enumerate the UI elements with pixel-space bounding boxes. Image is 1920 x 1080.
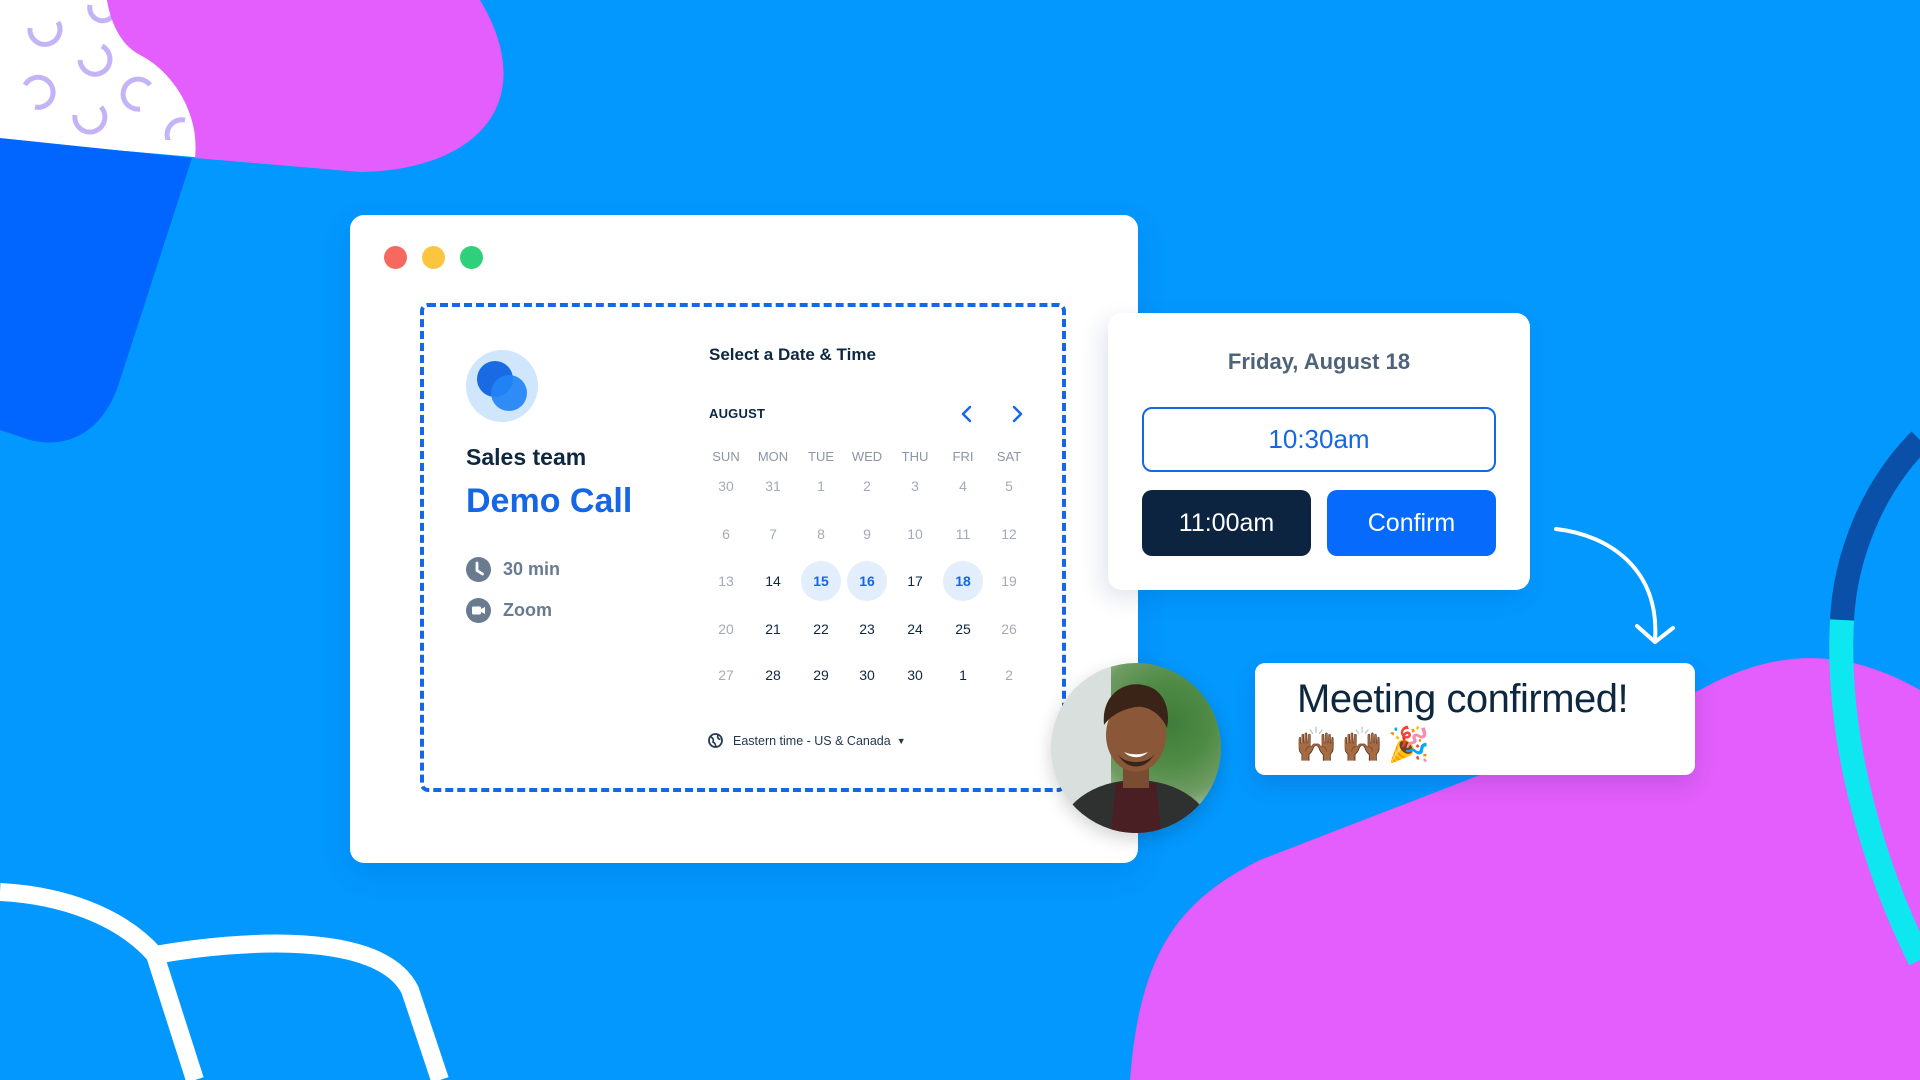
confirm-button[interactable]: Confirm — [1327, 490, 1496, 556]
calendar-day-available[interactable]: 1 — [943, 655, 983, 695]
selected-time-slot-button[interactable]: 11:00am — [1142, 490, 1311, 556]
calendar-day-available[interactable]: 14 — [753, 561, 793, 601]
location-label: Zoom — [503, 600, 552, 620]
calendar-day-unavailable: 8 — [817, 526, 825, 542]
calendar-day-unavailable: 7 — [769, 526, 777, 542]
timezone-label: Eastern time - US & Canada — [733, 733, 891, 748]
event-location: Zoom — [466, 598, 552, 623]
chevron-right-icon — [1012, 405, 1023, 423]
calendar-day-available[interactable]: 25 — [943, 609, 983, 649]
ring-dark — [1830, 431, 1920, 621]
calendar-day-unavailable: 26 — [1001, 621, 1017, 637]
avatar — [1051, 663, 1221, 833]
weekday-label: MON — [757, 449, 789, 464]
person-photo — [1051, 663, 1214, 833]
calendar-day-unavailable: 1 — [817, 478, 825, 494]
calendar-day-unavailable: 10 — [907, 526, 923, 542]
weekday-label: SAT — [996, 449, 1022, 464]
calendar-day-available[interactable]: 28 — [753, 655, 793, 695]
calendar-day-available[interactable]: 30 — [895, 655, 935, 695]
timezone-selector[interactable]: Eastern time - US & Canada ▼ — [708, 733, 906, 748]
calendar-day-unavailable: 27 — [718, 667, 734, 683]
weekday-label: SUN — [712, 449, 740, 464]
calendar-day-unavailable: 13 — [718, 573, 734, 589]
calendar-day-unavailable: 5 — [1005, 478, 1013, 494]
calendar-day-available-highlighted[interactable]: 16 — [847, 561, 887, 601]
calendar-day-available-highlighted[interactable]: 18 — [943, 561, 983, 601]
weekday-label: WED — [851, 449, 883, 464]
calendar-day-unavailable: 30 — [718, 478, 734, 494]
caret-down-icon: ▼ — [896, 735, 906, 746]
calendar-day-available[interactable]: 23 — [847, 609, 887, 649]
calendar-day-available[interactable]: 29 — [801, 655, 841, 695]
minimize-window-button[interactable] — [422, 246, 445, 269]
duration-label: 30 min — [503, 559, 561, 579]
calendar-day-unavailable: 6 — [722, 526, 730, 542]
weekday-label: TUE — [808, 449, 834, 464]
selected-date: Friday, August 18 — [1227, 349, 1411, 374]
time-picker-card: Friday, August 18 10:30am 11:00am Confir… — [1108, 313, 1530, 590]
arrow-icon — [1554, 527, 1675, 644]
calendar-day-unavailable: 20 — [718, 621, 734, 637]
team-logo — [466, 350, 538, 422]
event-duration: 30 min — [466, 557, 560, 582]
logo-circle-icon — [491, 375, 527, 411]
maximize-window-button[interactable] — [460, 246, 483, 269]
meeting-confirmed-card: Meeting confirmed! 🙌🏾🙌🏾🎉 — [1255, 663, 1695, 775]
calendar-day-unavailable: 4 — [959, 478, 967, 494]
calendar-day-unavailable: 2 — [1005, 667, 1013, 683]
calendar-day-unavailable: 3 — [911, 478, 919, 494]
calendar-day-unavailable: 9 — [863, 526, 871, 542]
clock-icon — [466, 557, 491, 582]
blue-blob — [0, 138, 192, 443]
month-label: AUGUST — [709, 406, 766, 421]
calendar-day-available[interactable]: 30 — [847, 655, 887, 695]
calendar-day-available[interactable]: 17 — [895, 561, 935, 601]
calendar-day-unavailable: 11 — [955, 526, 971, 542]
weekday-label: FRI — [952, 449, 974, 464]
weekday-label: THU — [901, 449, 929, 464]
confirmation-message: Meeting confirmed! — [1297, 677, 1629, 721]
calendar-day-unavailable: 2 — [863, 478, 871, 494]
next-month-button[interactable] — [1003, 400, 1031, 428]
video-camera-icon — [466, 598, 491, 623]
outline-shape — [0, 883, 449, 1080]
celebration-emoji: 🙌🏾🙌🏾🎉 — [1295, 726, 1435, 764]
event-name: Demo Call — [466, 482, 633, 520]
team-name: Sales team — [466, 444, 587, 470]
chevron-left-icon — [961, 405, 972, 423]
globe-icon — [708, 733, 723, 748]
close-window-button[interactable] — [384, 246, 407, 269]
calendar-day-available[interactable]: 22 — [801, 609, 841, 649]
calendar-day-available-highlighted[interactable]: 15 — [801, 561, 841, 601]
calendar-day-unavailable: 12 — [1001, 526, 1017, 542]
calendar-day-available[interactable]: 21 — [753, 609, 793, 649]
calendar-day-unavailable: 31 — [765, 478, 781, 494]
calendar-day-available[interactable]: 24 — [895, 609, 935, 649]
previous-month-button[interactable] — [953, 400, 981, 428]
time-slot-button[interactable]: 10:30am — [1142, 407, 1496, 472]
calendar-day-unavailable: 19 — [1001, 573, 1017, 589]
calendar-title: Select a Date & Time — [709, 345, 876, 364]
